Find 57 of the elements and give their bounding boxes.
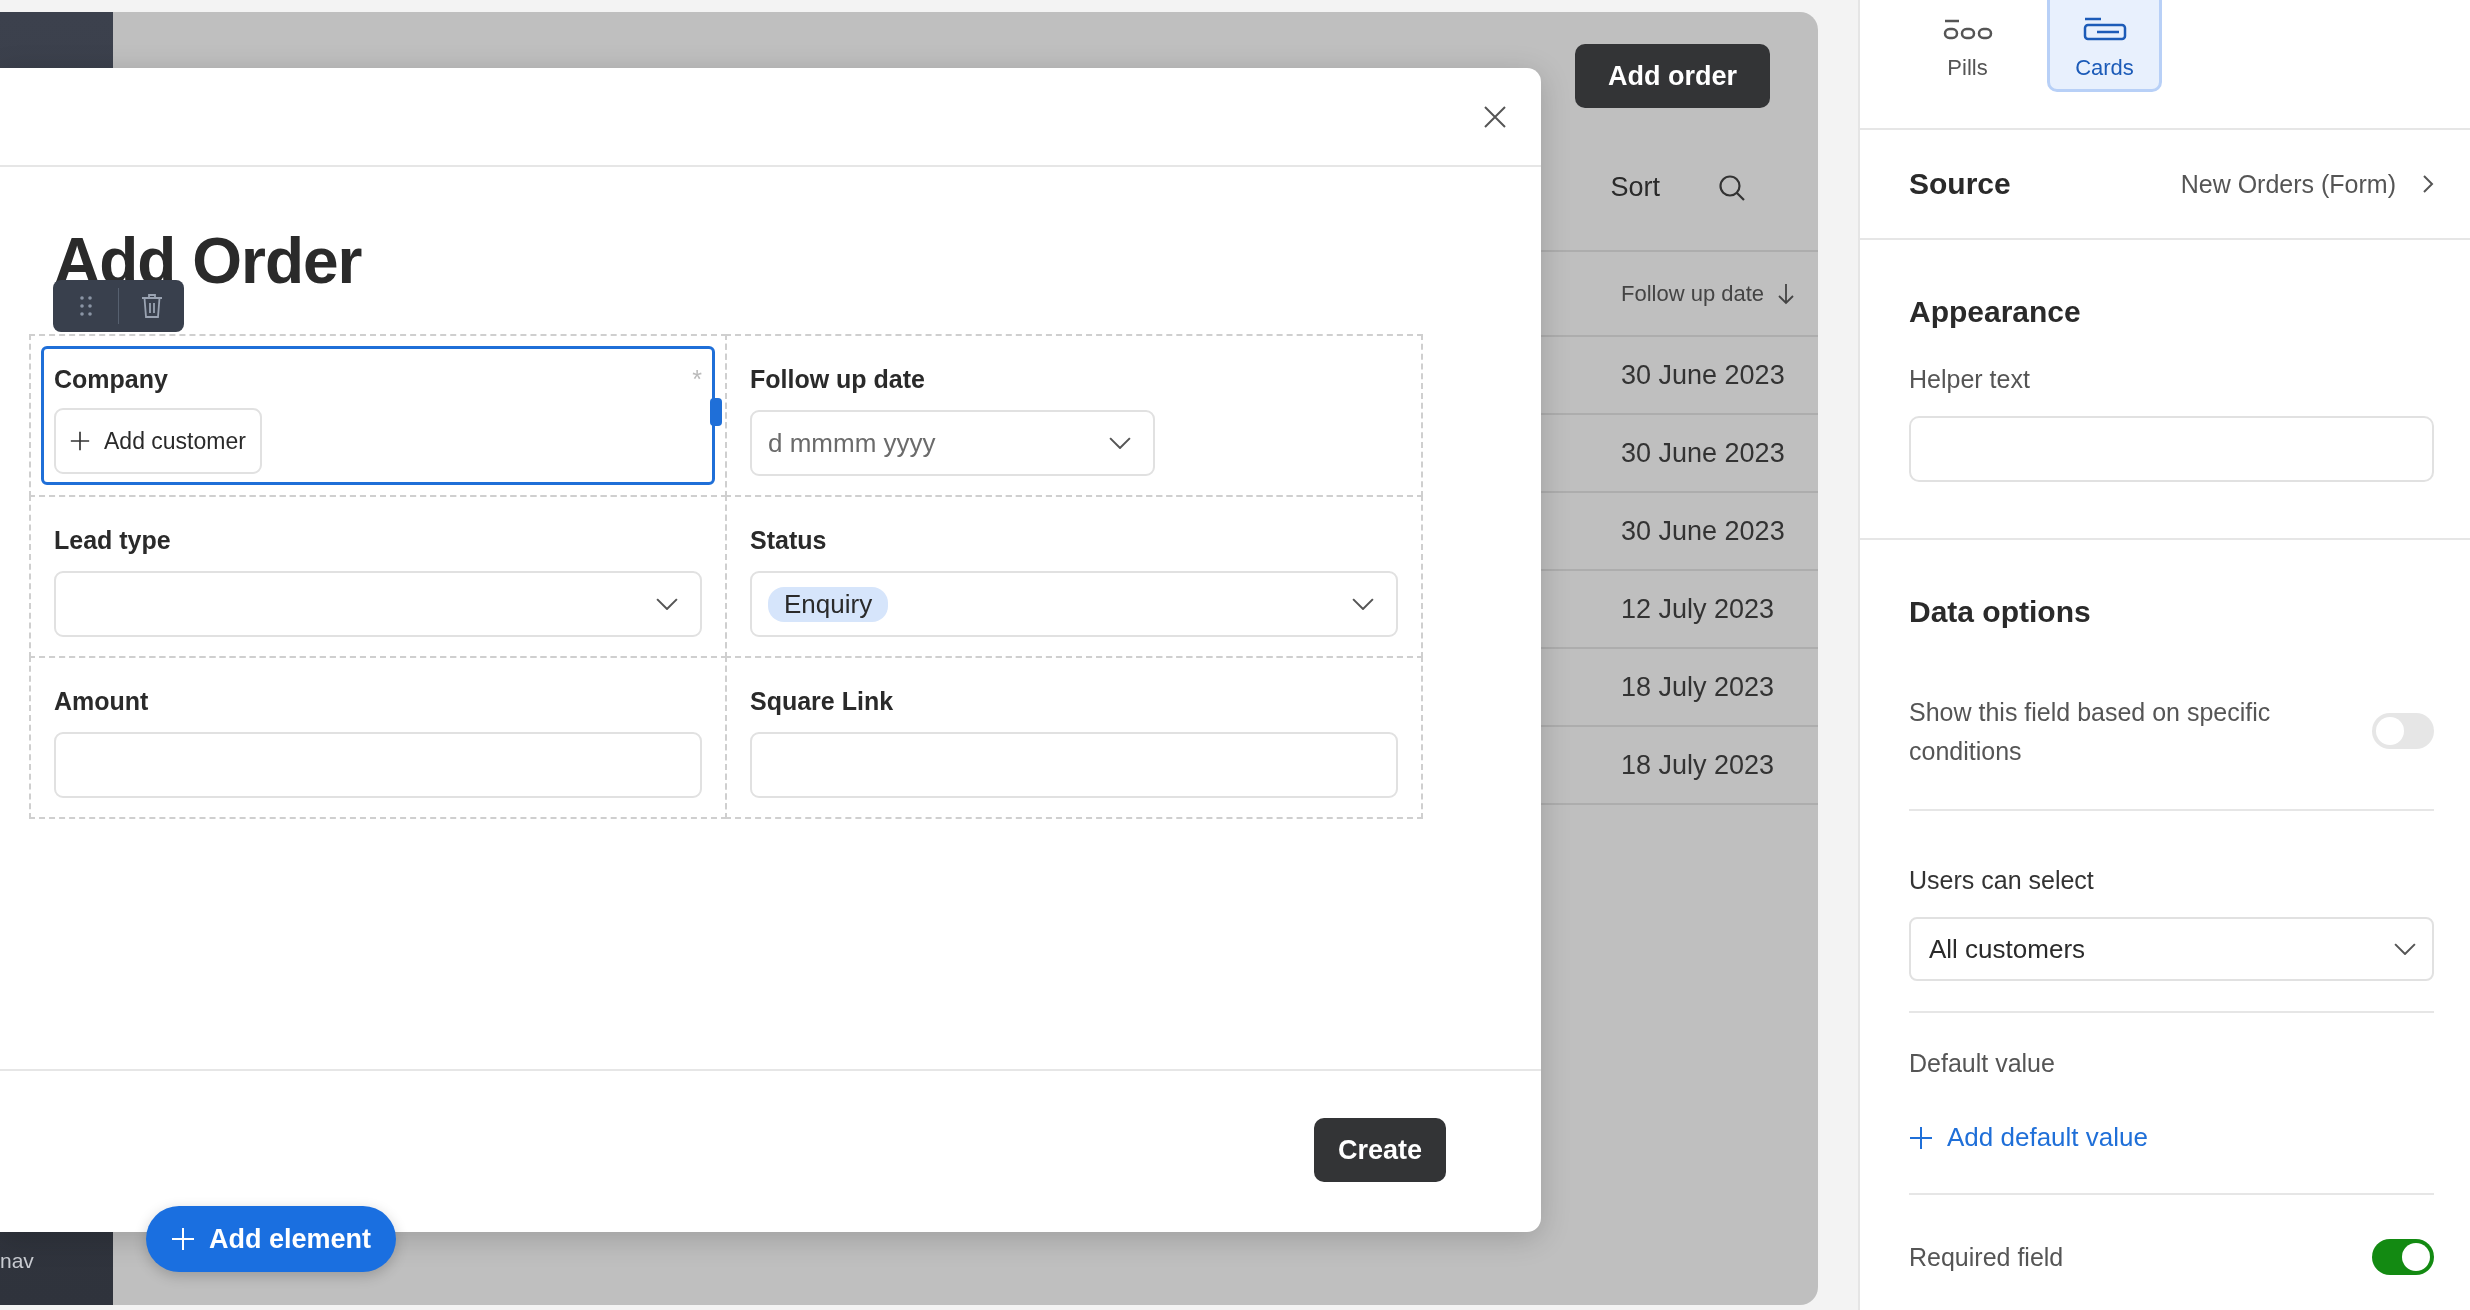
plus-icon (1909, 1125, 1933, 1150)
section-heading: Appearance (1909, 295, 2082, 329)
trash-icon[interactable] (140, 293, 163, 319)
users-select[interactable]: All customers (1909, 917, 2434, 981)
field-label: Default value (1909, 1049, 2056, 1078)
display-tab[interactable]: Cards (2047, 0, 2162, 92)
table-cell: 30 June 2023 (1621, 437, 1785, 469)
field-label: Company (54, 365, 168, 394)
chevron-right-icon[interactable] (2422, 174, 2434, 194)
toggle-switch[interactable] (2372, 713, 2434, 749)
field-label: Amount (54, 687, 149, 716)
field-label: Helper text (1909, 365, 2031, 394)
field-label: Lead type (54, 526, 171, 555)
field-label: Users can select (1909, 866, 2095, 895)
table-cell: 18 July 2023 (1621, 749, 1775, 781)
field-label: Square Link (750, 687, 894, 716)
source-value[interactable]: New Orders (Form) (2180, 169, 2396, 199)
add-order-button[interactable]: Add order (1575, 44, 1770, 108)
table-cell: 12 July 2023 (1621, 593, 1775, 625)
add-default-value-link[interactable]: Add default value (1909, 1122, 2148, 1153)
nav-label: nav (0, 1249, 35, 1274)
input-field[interactable] (54, 732, 702, 798)
select-field[interactable]: Enquiry (750, 571, 1398, 637)
source-heading: Source (1909, 167, 2011, 201)
chevron-down-icon (1352, 597, 1374, 611)
conditions-label: Show this field based on specific conditions (1909, 697, 2272, 767)
toggle-switch[interactable] (2372, 1239, 2434, 1275)
drag-handle-icon[interactable] (78, 295, 93, 317)
search-icon[interactable] (1718, 173, 1746, 202)
required-mark: * (692, 365, 702, 394)
helper-text-field[interactable] (1909, 416, 2434, 482)
field-label: Status (750, 526, 827, 555)
table-cell: 30 June 2023 (1621, 515, 1785, 547)
chevron-down-icon (1109, 436, 1131, 450)
add-customer-button[interactable]: Add customer (54, 408, 262, 474)
sort-button[interactable]: Sort (1610, 172, 1660, 203)
input-field[interactable] (750, 732, 1398, 798)
create-button[interactable]: Create (1313, 1118, 1446, 1182)
section-heading: Data options (1909, 595, 2092, 629)
card-icon (2082, 17, 2127, 41)
plus-icon (70, 431, 90, 451)
resize-handle[interactable] (710, 398, 722, 426)
field-label: Follow up date (750, 365, 925, 394)
chevron-down-icon (2394, 942, 2416, 956)
chevron-down-icon (656, 597, 678, 611)
date-field[interactable]: d mmmm yyyy (750, 410, 1155, 476)
plus-icon (171, 1227, 195, 1251)
display-tab[interactable]: Pills (1910, 0, 2025, 92)
select-field[interactable] (54, 571, 702, 637)
table-cell: 18 July 2023 (1621, 671, 1775, 703)
field-label: Required field (1909, 1242, 2064, 1272)
close-icon[interactable] (1483, 104, 1507, 129)
pills-icon (1942, 19, 1993, 41)
column-header[interactable]: Follow up date (1621, 280, 1765, 307)
add-element-button[interactable]: Add element (146, 1206, 396, 1272)
status-tag: Enquiry (768, 586, 889, 622)
table-cell: 30 June 2023 (1621, 359, 1785, 391)
